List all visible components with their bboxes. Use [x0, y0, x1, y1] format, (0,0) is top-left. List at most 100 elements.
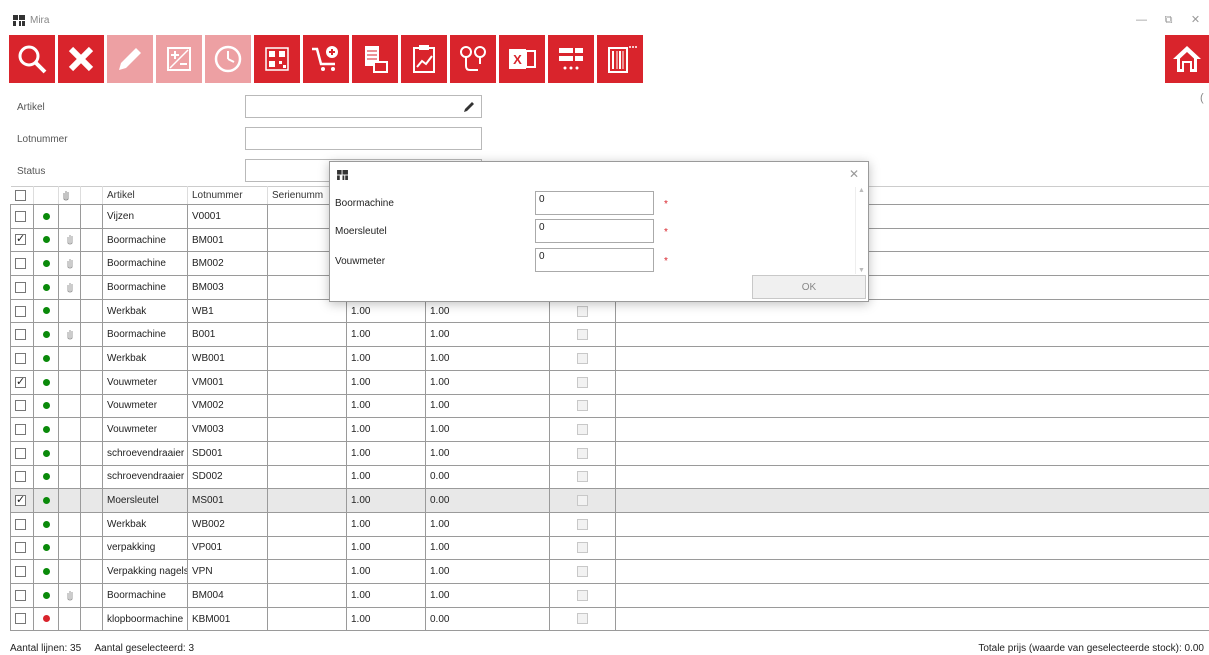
row-checkbox[interactable]	[15, 471, 26, 483]
row-select-cell[interactable]	[10, 440, 34, 466]
paperclip-icon[interactable]	[67, 329, 73, 340]
row-checkbox[interactable]	[15, 305, 26, 317]
artikel-header[interactable]: Artikel	[102, 186, 188, 205]
row-select-cell[interactable]	[10, 488, 34, 513]
report-button[interactable]	[401, 35, 447, 83]
row-checkbox[interactable]	[15, 400, 26, 412]
lotnummer-input[interactable]	[245, 127, 482, 150]
search-button[interactable]	[9, 35, 55, 83]
pencil-icon[interactable]	[463, 101, 475, 113]
table-row[interactable]: Werkbak WB001 1.00 1.00	[10, 346, 1209, 371]
home-button[interactable]	[1165, 35, 1209, 83]
row-checkbox[interactable]	[15, 258, 26, 270]
dialog-input-vouwmeter[interactable]: 0	[535, 248, 654, 272]
attachment-cell[interactable]	[58, 275, 81, 300]
row-checkbox[interactable]	[15, 542, 26, 554]
row-checkbox[interactable]	[15, 566, 26, 578]
paperclip-icon[interactable]	[67, 234, 73, 245]
table-row[interactable]: MoersleutelMS001 1.000.00	[10, 488, 1209, 513]
row-select-cell[interactable]	[10, 227, 34, 253]
dialog-scrollbar[interactable]: ▲ ▼	[855, 187, 867, 274]
table-row[interactable]: Boormachine B001 1.00 1.00	[10, 322, 1209, 348]
delete-button[interactable]	[58, 35, 104, 83]
table-row[interactable]: Boormachine BM004 1.00 1.00	[10, 583, 1209, 608]
row-checkbox[interactable]	[15, 329, 26, 341]
table-row[interactable]: Werkbak WB1 1.00 1.00	[10, 298, 1209, 324]
select-all-header[interactable]	[10, 186, 34, 205]
scroll-up-icon[interactable]: ▲	[858, 187, 865, 194]
spacer-cell	[80, 227, 103, 253]
row-select-cell[interactable]	[10, 346, 34, 371]
row-checkbox[interactable]	[15, 210, 26, 222]
close-window-button[interactable]: ✕	[1182, 10, 1209, 30]
table-row[interactable]: VouwmeterVM001 1.001.00	[10, 369, 1209, 395]
row-checkbox[interactable]	[15, 518, 26, 530]
row-checkbox[interactable]	[15, 352, 26, 364]
lotnummer-cell: WB002	[187, 511, 268, 537]
table-row[interactable]: Vouwmeter VM003 1.00 1.00	[10, 417, 1209, 442]
row-checkbox[interactable]	[15, 589, 26, 601]
table-row[interactable]: klopboormachine KBM001 1.00 0.00	[10, 606, 1209, 632]
document-button[interactable]	[352, 35, 398, 83]
select-all-checkbox[interactable]	[14, 189, 26, 201]
row-checkbox[interactable]	[15, 493, 26, 507]
row-select-cell[interactable]	[10, 251, 34, 277]
table-row[interactable]: Werkbak WB002 1.00 1.00	[10, 511, 1209, 537]
disabled-checkbox	[577, 400, 588, 412]
row-select-cell[interactable]	[10, 322, 34, 348]
table-row[interactable]: schroevendraaier SD002 1.00 0.00	[10, 464, 1209, 490]
row-select-cell[interactable]	[10, 417, 34, 442]
row-select-cell[interactable]	[10, 583, 34, 608]
add-to-cart-button[interactable]	[303, 35, 349, 83]
minimize-button[interactable]: —	[1128, 10, 1155, 30]
row-select-cell[interactable]	[10, 559, 34, 584]
table-row[interactable]: Vouwmeter VM002 1.00 1.00	[10, 393, 1209, 419]
row-checkbox[interactable]	[15, 232, 26, 246]
restore-button[interactable]: ⧉	[1155, 10, 1182, 30]
ok-button[interactable]: OK	[752, 275, 866, 299]
aantal-geselecteerd: Aantal geselecteerd: 3	[94, 643, 195, 654]
paperclip-icon[interactable]	[67, 258, 73, 269]
scroll-down-icon[interactable]: ▼	[858, 267, 865, 274]
list-settings-button[interactable]	[548, 35, 594, 83]
qr-button[interactable]	[254, 35, 300, 83]
lotnummer-header[interactable]: Lotnummer	[187, 186, 268, 205]
paperclip-icon[interactable]	[67, 282, 73, 293]
status-dot-icon	[42, 331, 50, 339]
paperclip-icon[interactable]	[67, 590, 73, 601]
row-checkbox[interactable]	[15, 423, 26, 435]
artikel-input[interactable]	[245, 95, 482, 118]
row-checkbox[interactable]	[15, 613, 26, 625]
row-select-cell[interactable]	[10, 393, 34, 419]
attachment-cell[interactable]	[58, 251, 81, 277]
qty-cell-2: 1.00	[425, 346, 550, 371]
row-checkbox[interactable]	[15, 281, 26, 293]
table-row[interactable]: Verpakking nagels VPN 1.00 1.00	[10, 559, 1209, 584]
barcode-button[interactable]	[597, 35, 643, 83]
attachment-cell[interactable]	[58, 322, 81, 348]
row-checkbox[interactable]	[15, 375, 26, 388]
row-select-cell[interactable]	[10, 464, 34, 490]
row-select-cell[interactable]	[10, 511, 34, 537]
row-select-cell[interactable]	[10, 606, 34, 632]
table-row[interactable]: verpakking VP001 1.00 1.00	[10, 535, 1209, 561]
row-select-cell[interactable]	[10, 535, 34, 561]
route-button[interactable]	[450, 35, 496, 83]
attachment-cell[interactable]	[58, 227, 81, 253]
row-select-cell[interactable]	[10, 369, 34, 395]
row-select-cell[interactable]	[10, 204, 34, 229]
dialog-input-moersleutel[interactable]: 0	[535, 219, 654, 243]
excel-button[interactable]: X	[499, 35, 545, 83]
table-row[interactable]: schroevendraaier SD001 1.00 1.00	[10, 440, 1209, 466]
adjust-button[interactable]	[156, 35, 202, 83]
history-button[interactable]	[205, 35, 251, 83]
row-select-cell[interactable]	[10, 275, 34, 300]
row-checkbox[interactable]	[15, 447, 26, 459]
edit-button[interactable]	[107, 35, 153, 83]
dialog-input-boormachine[interactable]: 0	[535, 191, 654, 215]
attachment-cell	[58, 298, 81, 324]
status-dot-icon	[42, 236, 50, 244]
dialog-close-button[interactable]: ✕	[849, 167, 859, 181]
attachment-cell[interactable]	[58, 583, 81, 608]
row-select-cell[interactable]	[10, 298, 34, 324]
